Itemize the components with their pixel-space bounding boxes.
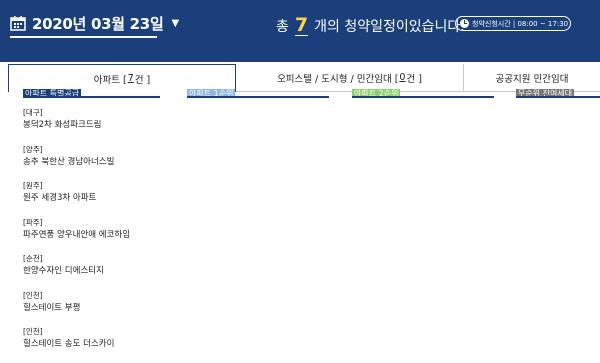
listing-name[interactable]: 송추 북한산 경남아너스빌 bbox=[23, 155, 223, 169]
listing-region: [원주] bbox=[23, 181, 43, 190]
tab-count: 0 bbox=[399, 72, 406, 83]
calendar-icon bbox=[10, 15, 26, 31]
list-item[interactable]: [순천] 한양수자인 디에스티지 bbox=[23, 253, 223, 290]
listing-name[interactable]: 원주 세경3차 아파트 bbox=[23, 191, 223, 205]
listing-name[interactable]: 파주연풍 양우내안애 에코하임 bbox=[23, 228, 223, 242]
tab-label: 공공지원 민간임대 bbox=[495, 73, 569, 85]
category-first-priority: 아파트 1순위 bbox=[187, 88, 329, 98]
list-item[interactable]: [양주] 송추 북한산 경남아너스빌 bbox=[23, 144, 223, 181]
listing-region: [인천] bbox=[23, 290, 43, 300]
schedule-count: 7 bbox=[294, 14, 309, 36]
listing-region: [양주] bbox=[23, 144, 43, 154]
schedule-summary: 총 7 개의 청약일정이있습니다. bbox=[276, 14, 465, 38]
list-item[interactable]: [대구] 봉덕2차 화성파크드림 bbox=[23, 107, 223, 144]
list-item[interactable]: [인천] 힐스테이트 부평 bbox=[23, 290, 223, 327]
category-second-priority: 아파트 2순위 bbox=[352, 88, 494, 98]
list-item[interactable]: [파주] 파주연풍 양우내안애 에코하임 bbox=[23, 217, 223, 254]
summary-suffix: 개의 청약일정이있습니다. bbox=[314, 19, 465, 35]
summary-prefix: 총 bbox=[276, 19, 289, 35]
clock-icon bbox=[460, 19, 469, 28]
tab-suffix: 건 ] bbox=[406, 73, 422, 85]
category-underline bbox=[23, 96, 160, 98]
category-underline bbox=[187, 96, 329, 98]
chevron-down-icon: ▼ bbox=[171, 17, 180, 29]
header-bar: 2020년 03월 23일 ▼ 총 7 개의 청약일정이있습니다. 청약신청시간… bbox=[0, 0, 600, 62]
tab-count: 7 bbox=[127, 73, 134, 84]
tab-label: 오피스텔 / 도시형 / 민간임대 [ bbox=[277, 73, 399, 85]
application-time-label: 청약신청시간 | 08:00 ~ 17:30 bbox=[472, 19, 569, 28]
listing-name[interactable]: 한양수자인 디에스티지 bbox=[23, 264, 223, 278]
category-underline bbox=[516, 96, 600, 98]
date-selector[interactable]: 2020년 03월 23일 ▼ bbox=[10, 10, 179, 38]
listing-list: [대구] 봉덕2차 화성파크드림 [양주] 송추 북한산 경남아너스빌 [원주]… bbox=[23, 107, 223, 363]
listing-region: [인천] bbox=[23, 327, 43, 336]
listing-name[interactable]: 힐스테이트 부평 bbox=[23, 301, 223, 315]
listing-name[interactable]: 봉덕2차 화성파크드림 bbox=[23, 118, 223, 132]
category-special-supply: 아파트 특별공급 bbox=[23, 88, 160, 98]
listing-region: [순천] bbox=[23, 254, 43, 263]
tab-label: 아파트 [ bbox=[93, 74, 127, 86]
application-time-badge: 청약신청시간 | 08:00 ~ 17:30 bbox=[455, 16, 571, 31]
listing-region: [대구] bbox=[23, 108, 43, 117]
listing-region: [파주] bbox=[23, 217, 43, 227]
selected-date: 2020년 03월 23일 bbox=[32, 14, 164, 33]
category-underline bbox=[352, 96, 494, 98]
list-item[interactable]: [인천] 힐스테이트 송도 더스카이 bbox=[23, 326, 223, 363]
listing-name[interactable]: 힐스테이트 송도 더스카이 bbox=[23, 337, 223, 351]
tab-suffix: 건 ] bbox=[134, 74, 151, 86]
list-item[interactable]: [원주] 원주 세경3차 아파트 bbox=[23, 180, 223, 217]
category-no-priority: 무순위 잔여세대 bbox=[516, 88, 600, 98]
